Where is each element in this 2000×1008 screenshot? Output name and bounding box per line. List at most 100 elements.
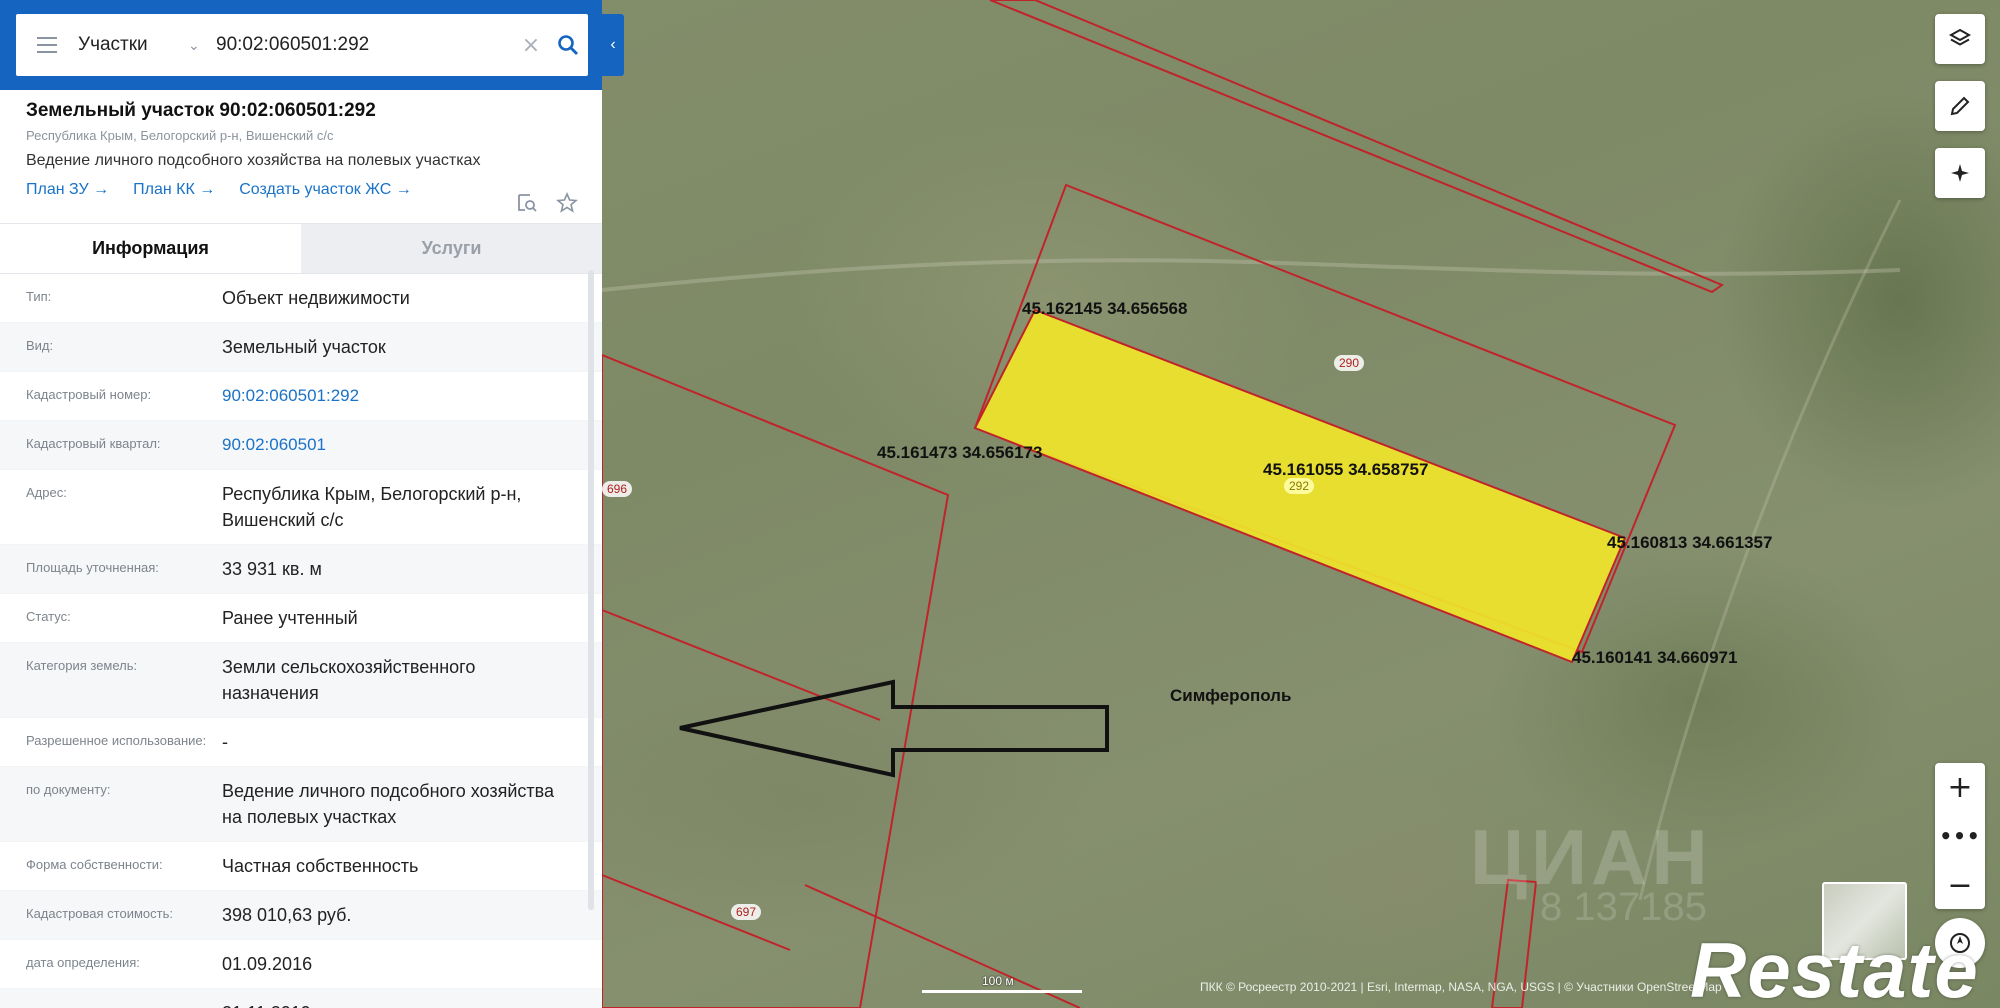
info-row: Адрес: Республика Крым, Белогорский р-н, … xyxy=(0,470,602,545)
object-links: План ЗУ → План КК → Создать участок ЖС → xyxy=(26,181,576,199)
parcel-border xyxy=(601,874,791,951)
info-key: Форма собственности: xyxy=(26,857,163,872)
info-key: Категория земель: xyxy=(26,658,138,673)
coord-label: 45.161473 34.656173 xyxy=(877,443,1043,462)
info-value: 01.09.2016 xyxy=(222,954,313,974)
info-key: дата утверждения: xyxy=(26,989,222,1008)
info-row: Форма собственности: Частная собственност… xyxy=(0,842,602,891)
info-value: Ранее учтенный xyxy=(222,608,358,628)
info-value: Земельный участок xyxy=(222,337,386,357)
coord-label: 45.162145 34.656568 xyxy=(1022,299,1188,318)
info-row: Кадастровая стоимость: 398 010,63 руб. xyxy=(0,891,602,940)
info-panel: Участки ⌄ 90:02:060501:292 × Земельный у… xyxy=(0,0,602,1008)
panel-scrollbar[interactable] xyxy=(588,270,594,910)
info-row: Разрешенное использование: - xyxy=(0,718,602,767)
star-icon[interactable] xyxy=(556,192,578,214)
coord-label: 45.160141 34.660971 xyxy=(1572,648,1738,667)
zoom-out-button[interactable]: − xyxy=(1935,861,1985,909)
search-scope-select[interactable]: Участки xyxy=(78,34,188,56)
map-attribution: ПКК © Росреестр 2010-2021 | Esri, Interm… xyxy=(1200,980,1722,994)
info-value: - xyxy=(222,732,228,752)
info-value: 33 931 кв. м xyxy=(222,559,322,579)
info-key: Кадастровый квартал: xyxy=(26,436,161,451)
header-actions xyxy=(516,192,578,214)
layers-icon xyxy=(1948,28,1972,46)
create-zs-link[interactable]: Создать участок ЖС → xyxy=(239,181,412,199)
info-value: Ведение личного подсобного хозяйства на … xyxy=(222,781,555,827)
coord-label: 45.160813 34.661357 xyxy=(1607,533,1773,552)
info-row: Кадастровый номер: 90:02:060501:292 xyxy=(0,372,602,421)
object-region: Республика Крым, Белогорский р-н, Вишенс… xyxy=(26,128,334,143)
plan-kk-link[interactable]: План КК → xyxy=(133,181,215,199)
info-value: Частная собственность xyxy=(222,856,419,876)
menu-icon[interactable] xyxy=(16,37,78,53)
info-key: Кадастровый номер: xyxy=(26,387,152,402)
object-header: Земельный участок 90:02:060501:292 Респу… xyxy=(0,90,602,224)
annotation-arrow-icon xyxy=(679,679,1109,778)
panel-tabs: Информация Услуги xyxy=(0,224,602,274)
info-key: Статус: xyxy=(26,609,71,624)
more-button[interactable]: ••• xyxy=(1935,811,1985,861)
info-value: 398 010,63 руб. xyxy=(222,905,352,925)
clear-icon[interactable]: × xyxy=(514,33,548,58)
info-row: Статус: Ранее учтенный xyxy=(0,594,602,643)
info-value: 21.11.2019 xyxy=(222,989,576,1008)
info-key: Кадастровая стоимость: xyxy=(26,906,173,921)
parcel-number-label[interactable]: 697 xyxy=(731,904,762,920)
info-row: Тип: Объект недвижимости xyxy=(0,274,602,323)
id-watermark: 8 137185 xyxy=(1540,885,1707,929)
info-value-link[interactable]: 90:02:060501 xyxy=(222,421,576,469)
plan-zu-link[interactable]: План ЗУ → xyxy=(26,181,109,199)
info-key: Площадь уточненная: xyxy=(26,560,159,575)
info-row: дата утверждения:21.11.2019 xyxy=(0,989,602,1008)
coord-label: 45.161055 34.658757 xyxy=(1263,460,1429,479)
search-button[interactable] xyxy=(548,34,588,56)
info-key: Вид: xyxy=(26,338,54,353)
info-row: Вид: Земельный участок xyxy=(0,323,602,372)
info-row: Кадастровый квартал: 90:02:060501 xyxy=(0,421,602,470)
info-value: Земли сельскохозяйственного назначения xyxy=(222,657,476,703)
parcel-border xyxy=(601,609,881,721)
crosshair-icon xyxy=(1951,164,1969,182)
ruler-button[interactable] xyxy=(1935,81,1985,131)
object-use: Ведение личного подсобного хозяйства на … xyxy=(26,152,481,169)
info-row: Площадь уточненная: 33 931 кв. м xyxy=(0,545,602,594)
parcel-number-label[interactable]: 696 xyxy=(602,481,633,497)
info-value: Республика Крым, Белогорский р-н, Вишенс… xyxy=(222,484,522,530)
search-icon xyxy=(558,35,578,55)
layers-button[interactable] xyxy=(1935,14,1985,64)
search-input[interactable]: 90:02:060501:292 xyxy=(216,34,514,56)
search-document-icon[interactable] xyxy=(516,192,538,214)
restate-logo: Restate xyxy=(1690,926,1979,1008)
info-key: Разрешенное использование: xyxy=(26,733,207,748)
parcel-strip[interactable] xyxy=(989,0,1725,294)
scale-bar: 100 м xyxy=(922,974,1082,994)
zoom-in-button[interactable]: + xyxy=(1935,763,1985,811)
info-value-link[interactable]: 90:02:060501:292 xyxy=(222,372,576,420)
info-row: дата определения: 01.09.2016 xyxy=(0,940,602,989)
object-title: Земельный участок 90:02:060501:292 xyxy=(26,100,376,121)
info-value: Объект недвижимости xyxy=(222,288,410,308)
pencil-icon xyxy=(1950,96,1970,116)
info-row: по документу: Ведение личного подсобного … xyxy=(0,767,602,842)
tab-services[interactable]: Услуги xyxy=(301,224,602,273)
search-box: Участки ⌄ 90:02:060501:292 × xyxy=(16,14,588,76)
info-key: дата определения: xyxy=(26,955,140,970)
tab-info[interactable]: Информация xyxy=(0,224,301,273)
scale-line xyxy=(922,990,1082,993)
info-key: Адрес: xyxy=(26,485,67,500)
chevron-down-icon[interactable]: ⌄ xyxy=(188,37,216,54)
zoom-control: + ••• − xyxy=(1935,763,1985,909)
info-key: по документу: xyxy=(26,782,111,797)
search-bar: Участки ⌄ 90:02:060501:292 × xyxy=(0,0,602,90)
dirt-track xyxy=(601,258,1901,292)
info-row: Категория земель: Земли сельскохозяйствен… xyxy=(0,643,602,718)
parcel-number-label[interactable]: 290 xyxy=(1334,355,1365,371)
locate-button[interactable] xyxy=(1935,148,1985,198)
collapse-panel-button[interactable]: ‹ xyxy=(602,14,624,76)
info-table: Тип: Объект недвижимости Вид: Земельный уча… xyxy=(0,274,602,1008)
city-label: Симферополь xyxy=(1170,686,1292,705)
scale-label: 100 м xyxy=(982,974,1014,988)
info-key: Тип: xyxy=(26,289,52,304)
parcel-number-label[interactable]: 292 xyxy=(1284,478,1315,494)
